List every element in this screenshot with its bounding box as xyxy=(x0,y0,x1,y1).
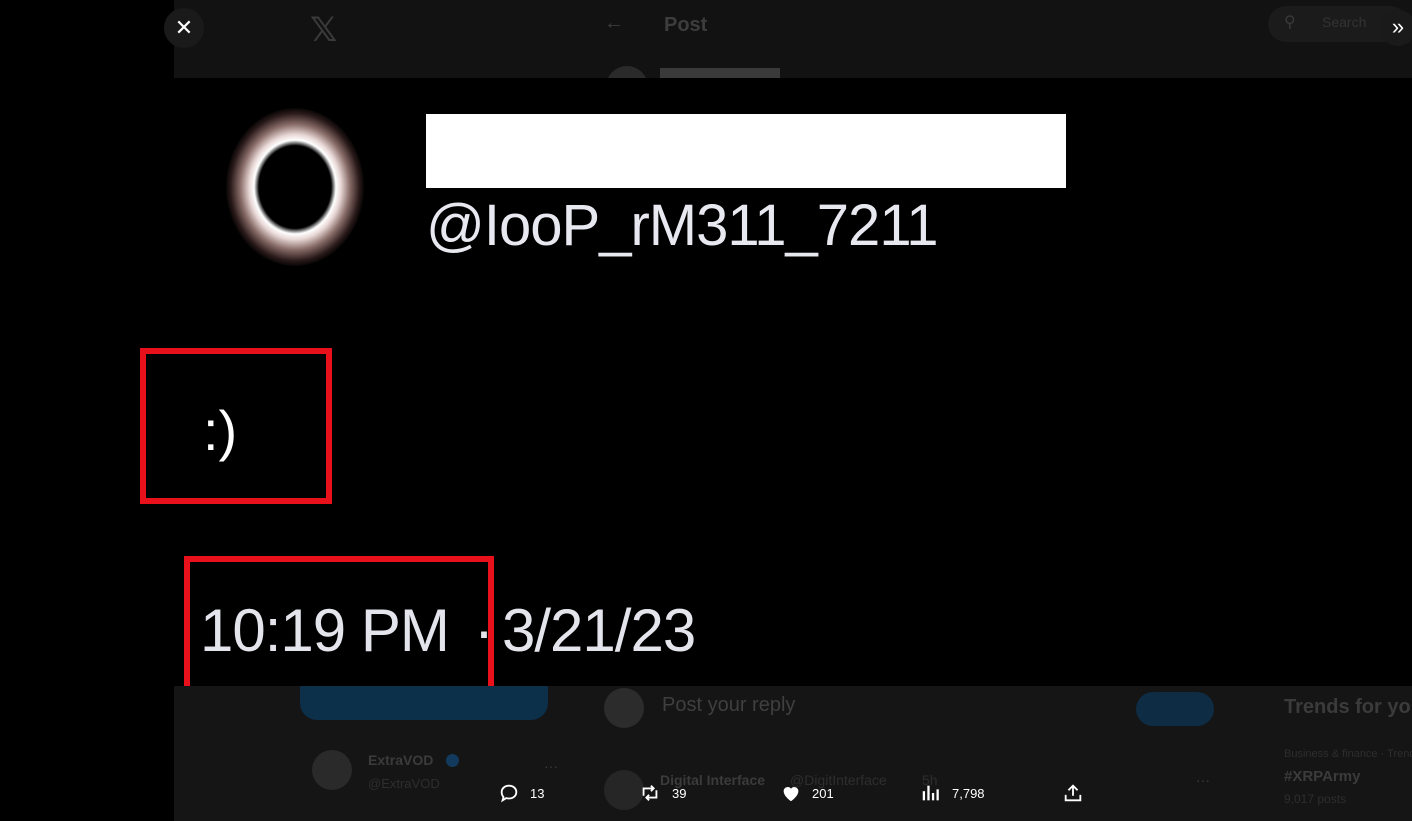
like-icon xyxy=(780,782,802,804)
reply-action-button[interactable]: 13 xyxy=(498,782,544,804)
expand-icon[interactable]: » xyxy=(1380,10,1412,46)
share-icon xyxy=(1062,782,1084,804)
reply-icon xyxy=(498,782,520,804)
post-button[interactable] xyxy=(300,686,548,720)
share-action-button[interactable] xyxy=(1062,782,1084,804)
highlight-box-time xyxy=(184,556,494,706)
trend-count: 9,017 posts xyxy=(1284,792,1347,806)
suggested-account-name[interactable]: ExtraVOD xyxy=(368,752,433,768)
trend-name[interactable]: #XRPArmy xyxy=(1284,768,1360,785)
like-action-button[interactable]: 201 xyxy=(780,782,834,804)
trends-title: Trends for you xyxy=(1284,696,1412,718)
top-bar xyxy=(174,0,1412,78)
page-title: Post xyxy=(664,14,708,36)
suggested-account-avatar[interactable] xyxy=(312,750,352,790)
like-count: 201 xyxy=(812,785,834,801)
media-handle: @IooP_rM311_7211 xyxy=(426,193,939,258)
repost-action-button[interactable]: 39 xyxy=(638,782,686,804)
trend-context: Business & finance · Trending xyxy=(1284,748,1412,760)
highlight-box-text xyxy=(140,348,332,504)
close-icon[interactable]: ✕ xyxy=(164,8,204,48)
repost-icon xyxy=(638,782,662,804)
suggested-account-handle: @ExtraVOD xyxy=(368,776,440,791)
eclipse-avatar-image xyxy=(226,108,364,266)
views-count: 7,798 xyxy=(952,785,985,801)
search-icon: ⚲ xyxy=(1284,14,1296,31)
media-tweet-date: 3/21/23 xyxy=(502,597,696,664)
reply-button[interactable] xyxy=(1136,692,1214,726)
redacted-display-name xyxy=(426,114,1066,188)
reply-input[interactable]: Post your reply xyxy=(662,694,795,717)
x-logo-icon[interactable]: 𝕏 xyxy=(310,10,337,50)
search-placeholder: Search xyxy=(1322,14,1367,30)
reply-more-icon[interactable]: ··· xyxy=(1196,772,1210,788)
avatar xyxy=(604,688,644,728)
more-icon[interactable]: ··· xyxy=(544,758,558,774)
back-arrow-icon[interactable]: ← xyxy=(604,12,624,35)
repost-count: 39 xyxy=(672,785,687,801)
views-icon xyxy=(920,782,942,804)
reply-count: 13 xyxy=(530,785,545,801)
verified-badge-icon xyxy=(446,754,459,767)
author-name-redacted xyxy=(660,68,780,78)
views-action-button[interactable]: 7,798 xyxy=(920,782,985,804)
